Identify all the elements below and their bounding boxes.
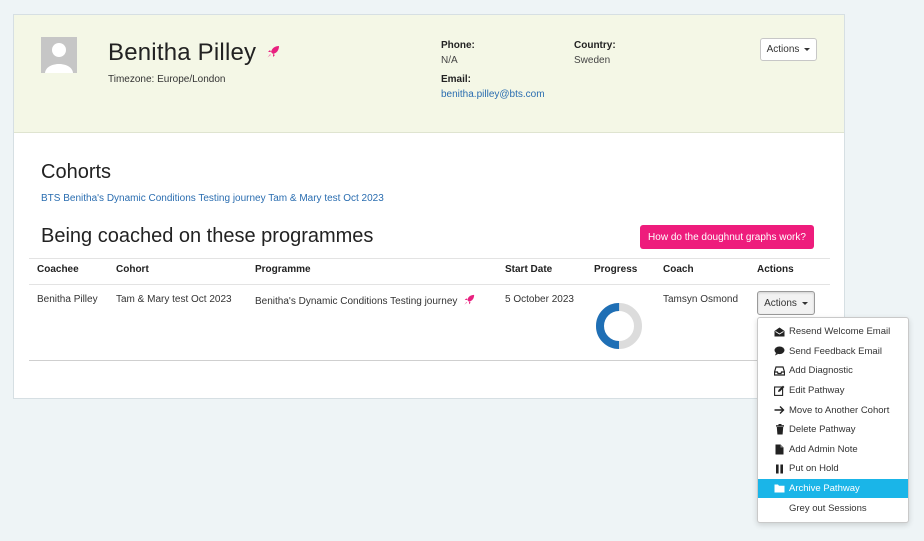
menu-item-archive-pathway[interactable]: Archive Pathway xyxy=(758,478,908,499)
menu-item-label: Archive Pathway xyxy=(789,483,860,495)
menu-item-add-admin-note[interactable]: Add Admin Note xyxy=(758,440,908,460)
row-actions-button[interactable]: Actions xyxy=(757,291,815,315)
menu-item-label: Grey out Sessions xyxy=(789,502,867,514)
inbox-icon xyxy=(774,365,785,376)
profile-actions-label: Actions xyxy=(766,44,800,55)
menu-item-label: Send Feedback Email xyxy=(789,345,882,357)
timezone-text: Timezone: Europe/London xyxy=(108,74,226,85)
table-top-border xyxy=(29,258,830,259)
envelope-open-icon xyxy=(774,326,785,337)
profile-header: Benitha Pilley Timezone: Europe/London P… xyxy=(14,15,844,133)
menu-item-label: Add Diagnostic xyxy=(789,365,853,377)
comment-icon xyxy=(774,346,785,357)
menu-item-label: Resend Welcome Email xyxy=(789,326,891,338)
cohort-link[interactable]: BTS Benitha's Dynamic Conditions Testing… xyxy=(41,193,384,204)
menu-item-move-to-another-cohort[interactable]: Move to Another Cohort xyxy=(758,400,908,420)
menu-item-label: Edit Pathway xyxy=(789,385,845,397)
column-header-cohort: Cohort xyxy=(116,264,149,275)
programme-name: Benitha's Dynamic Conditions Testing jou… xyxy=(255,296,458,307)
rocket-icon xyxy=(266,45,280,64)
coachee-link[interactable]: Benitha Pilley xyxy=(37,294,98,305)
phone-value: N/A xyxy=(441,55,458,66)
caret-down-icon xyxy=(801,301,808,305)
email-link[interactable]: benitha.pilley@bts.com xyxy=(441,89,545,100)
actions-dropdown-menu: Resend Welcome Email Send Feedback Email… xyxy=(757,317,909,523)
progress-doughnut[interactable] xyxy=(594,301,644,356)
column-header-progress: Progress xyxy=(594,264,638,275)
column-header-actions: Actions xyxy=(757,264,794,275)
column-header-programme: Programme xyxy=(255,264,311,275)
user-silhouette-icon xyxy=(41,37,77,73)
menu-item-label: Move to Another Cohort xyxy=(789,404,890,416)
menu-item-label: Add Admin Note xyxy=(789,443,858,455)
coach-cell: Tamsyn Osmond xyxy=(663,294,739,305)
arrow-right-icon xyxy=(774,405,785,416)
profile-card: Benitha Pilley Timezone: Europe/London P… xyxy=(13,14,845,399)
programme-cell: Benitha's Dynamic Conditions Testing jou… xyxy=(255,294,475,309)
phone-label: Phone: xyxy=(441,40,475,51)
trash-icon xyxy=(774,424,785,435)
column-header-coach: Coach xyxy=(663,264,694,275)
menu-item-label: Delete Pathway xyxy=(789,424,856,436)
menu-item-delete-pathway[interactable]: Delete Pathway xyxy=(758,420,908,440)
start-date-cell: 5 October 2023 xyxy=(505,294,574,305)
menu-item-edit-pathway[interactable]: Edit Pathway xyxy=(758,381,908,401)
edit-icon xyxy=(774,385,785,397)
column-header-start-date: Start Date xyxy=(505,264,553,275)
cohort-cell-link[interactable]: Tam & Mary test Oct 2023 xyxy=(116,294,232,305)
column-header-coachee: Coachee xyxy=(37,264,79,275)
menu-item-add-diagnostic[interactable]: Add Diagnostic xyxy=(758,361,908,381)
caret-down-icon xyxy=(804,48,811,51)
file-icon xyxy=(774,444,785,455)
rocket-icon xyxy=(463,294,475,309)
doughnut-help-button[interactable]: How do the doughnut graphs work? xyxy=(640,225,814,249)
menu-item-send-feedback-email[interactable]: Send Feedback Email xyxy=(758,342,908,362)
menu-item-grey-out-sessions[interactable]: Grey out Sessions xyxy=(758,498,908,518)
profile-actions-button[interactable]: Actions xyxy=(760,38,817,61)
row-bottom-border xyxy=(29,360,830,361)
folder-icon xyxy=(774,483,785,494)
avatar xyxy=(41,37,77,73)
programmes-title: Being coached on these programmes xyxy=(41,225,374,247)
header-row-border xyxy=(29,284,830,285)
menu-item-resend-welcome-email[interactable]: Resend Welcome Email xyxy=(758,322,908,342)
menu-item-put-on-hold[interactable]: Put on Hold xyxy=(758,459,908,479)
pause-icon xyxy=(774,463,785,474)
email-label: Email: xyxy=(441,74,472,85)
cohorts-title: Cohorts xyxy=(41,161,112,183)
row-actions-label: Actions xyxy=(764,297,797,309)
profile-name: Benitha Pilley xyxy=(108,39,257,66)
country-value: Sweden xyxy=(574,55,611,66)
menu-item-label: Put on Hold xyxy=(789,463,839,475)
country-label: Country: xyxy=(574,40,616,51)
